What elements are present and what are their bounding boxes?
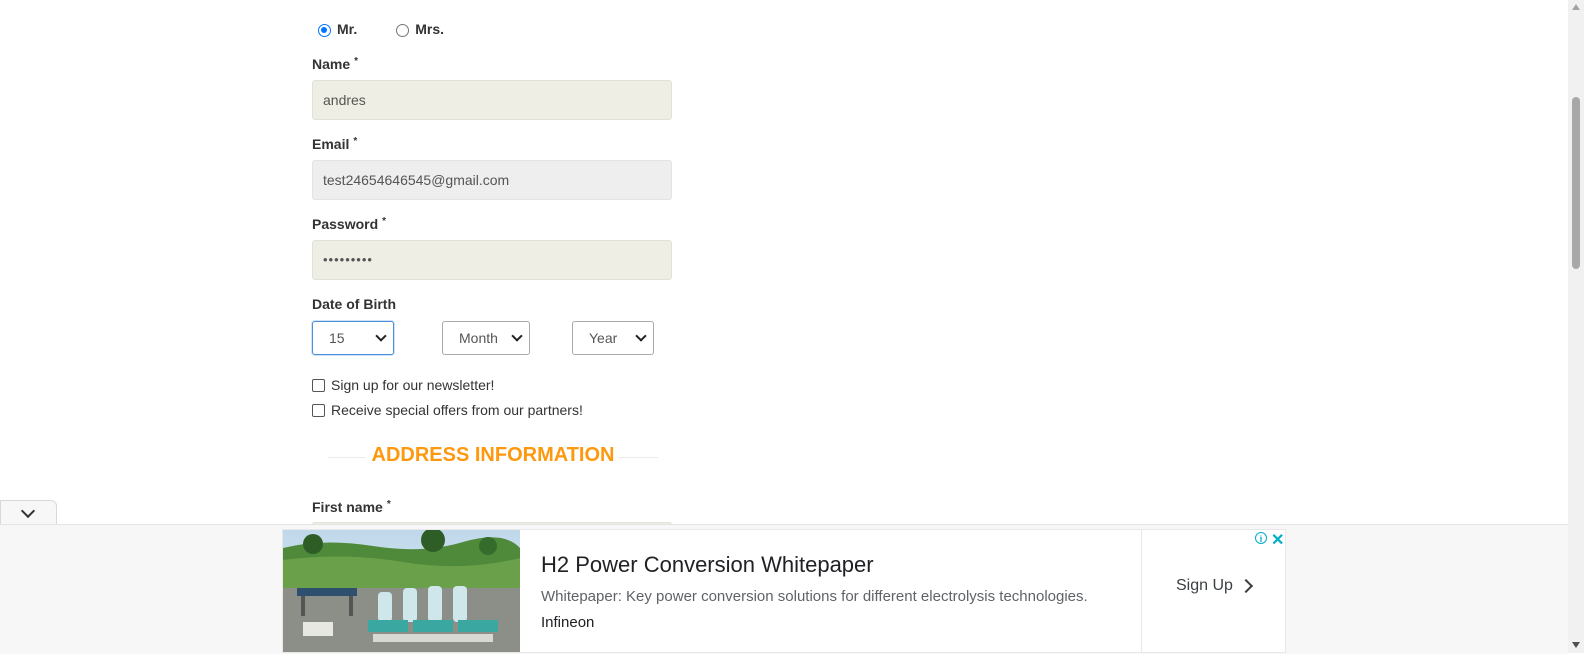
first-name-label: First name *	[312, 499, 391, 515]
chevron-down-icon	[635, 330, 647, 342]
ad-title[interactable]: H2 Power Conversion Whitepaper	[541, 552, 874, 578]
chevron-down-icon	[375, 330, 387, 342]
dob-label: Date of Birth	[312, 296, 396, 312]
radio-mr[interactable]	[318, 24, 331, 37]
chevron-down-icon	[20, 503, 36, 519]
first-name-label-text: First name	[312, 499, 383, 515]
password-required-mark: *	[382, 216, 387, 227]
ad-signup-button[interactable]: Sign Up	[1176, 577, 1253, 595]
offers-label: Receive special offers from our partners…	[331, 402, 583, 418]
chevron-down-icon	[511, 330, 523, 342]
name-required-mark: *	[354, 56, 359, 67]
newsletter-label: Sign up for our newsletter!	[331, 377, 495, 393]
ad-cta-area[interactable]: Sign Up	[1141, 530, 1285, 652]
password-input[interactable]: •••••••••	[312, 240, 672, 280]
scroll-thumb[interactable]	[1572, 97, 1580, 269]
ad-info-icon[interactable]: i	[1255, 532, 1267, 544]
ad-close-icon[interactable]: ✕	[1271, 530, 1284, 550]
radio-mr-label: Mr.	[337, 20, 358, 37]
chevron-right-icon	[1238, 578, 1253, 594]
title-radio-group: Mr. Mrs.	[312, 20, 477, 37]
dob-day-select[interactable]: 15	[312, 321, 394, 355]
first-name-required-mark: *	[386, 499, 391, 510]
dob-year-value: Year	[589, 330, 618, 346]
ad-electrolyzer-photo	[283, 530, 520, 652]
offers-option[interactable]: Receive special offers from our partners…	[312, 402, 583, 418]
scroll-down-arrow-icon[interactable]	[1572, 642, 1580, 648]
ad-brand[interactable]: Infineon	[541, 614, 594, 631]
offers-checkbox[interactable]	[312, 403, 325, 417]
password-label-text: Password	[312, 216, 379, 232]
email-label: Email *	[312, 136, 357, 152]
radio-mrs[interactable]	[396, 24, 410, 37]
name-label: Name *	[312, 56, 358, 72]
radio-mrs-label: Mrs.	[415, 20, 445, 37]
dob-day-value: 15	[329, 330, 345, 346]
newsletter-option[interactable]: Sign up for our newsletter!	[312, 377, 494, 393]
dob-year-select[interactable]: Year	[572, 321, 654, 355]
password-label: Password *	[312, 216, 386, 232]
title-option-mrs[interactable]: Mrs.	[390, 20, 444, 37]
dob-month-select[interactable]: Month	[442, 321, 530, 355]
email-required-mark: *	[353, 136, 358, 147]
scroll-up-arrow-icon[interactable]	[1572, 4, 1580, 10]
page-scrollbar[interactable]	[1568, 0, 1584, 653]
name-input[interactable]: andres	[312, 80, 672, 120]
ad-description[interactable]: Whitepaper: Key power conversion solutio…	[541, 588, 1088, 605]
email-label-text: Email	[312, 136, 350, 152]
address-section-title: ADDRESS INFORMATION	[371, 444, 615, 466]
ad-collapse-tab[interactable]	[0, 500, 57, 524]
ad-image[interactable]	[283, 530, 520, 652]
title-option-mr[interactable]: Mr.	[312, 20, 357, 37]
ad-signup-label: Sign Up	[1176, 577, 1233, 594]
email-input[interactable]: test24654646545@gmail.com	[312, 160, 672, 200]
newsletter-checkbox[interactable]	[312, 378, 325, 392]
ad-banner[interactable]: H2 Power Conversion Whitepaper Whitepape…	[282, 529, 1286, 653]
dob-month-value: Month	[459, 330, 498, 346]
address-section-heading: ADDRESS INFORMATION	[328, 442, 658, 472]
name-label-text: Name	[312, 56, 351, 72]
